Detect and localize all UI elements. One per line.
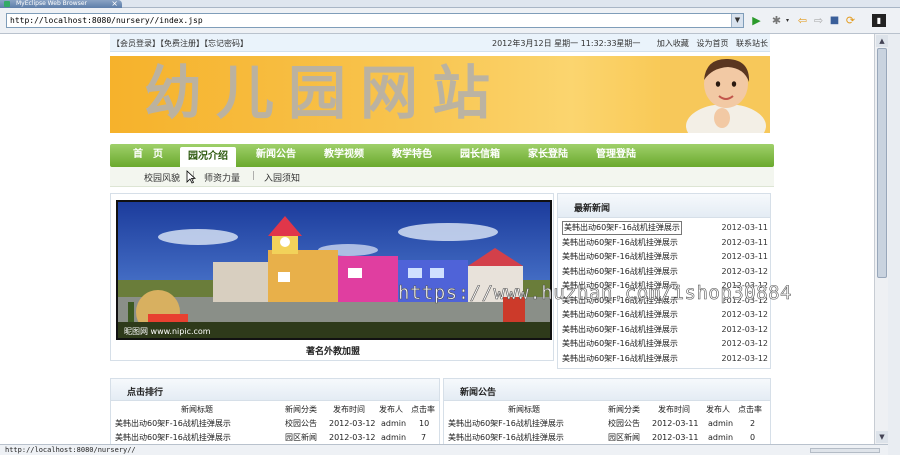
child-photo bbox=[660, 56, 770, 133]
contact-admin-link[interactable]: 联系站长 bbox=[736, 39, 768, 48]
featured-image[interactable]: 昵图网 www.nipic.com bbox=[116, 200, 552, 340]
news-notice-header: 新闻公告 bbox=[444, 379, 770, 401]
featured-panel: 昵图网 www.nipic.com 著名外教加盟 bbox=[110, 193, 554, 361]
address-bar-url[interactable]: http://localhost:8080/nursery//index.jsp bbox=[10, 15, 203, 27]
news-item[interactable]: 美韩出动60架F-16战机挂弹展示 2012-03-11 bbox=[562, 236, 770, 251]
click-rank-panel: 点击排行 新闻标题 新闻分类 发布时间 发布人 点击率 美韩出动60架F-16战… bbox=[110, 378, 440, 444]
latest-news-header: 最新新闻 bbox=[558, 194, 770, 218]
nav-admin-login[interactable]: 管理登陆 bbox=[588, 144, 644, 167]
forward-icon[interactable]: ⇨ bbox=[812, 14, 825, 27]
nav-home[interactable]: 首 页 bbox=[124, 144, 172, 167]
news-item[interactable]: 美韩出动60架F-16战机挂弹展示 2012-03-12 bbox=[562, 308, 770, 323]
browser-tab[interactable]: MyEclipse Web Browser × bbox=[0, 0, 122, 8]
scroll-down-icon[interactable]: ▼ bbox=[876, 431, 888, 443]
kindergarten-photo: 昵图网 www.nipic.com bbox=[118, 202, 550, 338]
forgot-password-link[interactable]: 【忘记密码】 bbox=[204, 39, 248, 48]
subnav-campus[interactable]: 校园风貌 bbox=[144, 171, 180, 184]
click-rank-title: 点击排行 bbox=[127, 388, 164, 398]
news-item[interactable]: 美韩出动60架F-16战机挂弹展示 2012-03-12 bbox=[562, 337, 770, 352]
close-tab-icon[interactable]: × bbox=[111, 0, 118, 8]
scrollbar-thumb[interactable] bbox=[877, 48, 887, 278]
site-banner: 幼儿园网站 bbox=[110, 56, 770, 133]
news-item[interactable]: 美韩出动60架F-16战机挂弹展示 2012-03-12 bbox=[562, 352, 770, 367]
table-header-row: 新闻标题 新闻分类 发布时间 发布人 点击率 bbox=[181, 405, 435, 414]
browser-tab-title: MyEclipse Web Browser bbox=[16, 0, 87, 7]
news-item[interactable]: 美韩出动60架F-16战机挂弹展示 2012-03-12 bbox=[562, 323, 770, 338]
latest-news-panel: 最新新闻 美韩出动60架F-16战机挂弹展示 2012-03-11 美韩出动60架… bbox=[557, 193, 771, 369]
nav-features[interactable]: 教学特色 bbox=[384, 144, 440, 167]
add-favorite-link[interactable]: 加入收藏 bbox=[657, 39, 689, 48]
news-item[interactable]: 美韩出动60架F-16战机挂弹展示 2012-03-12 bbox=[562, 265, 770, 280]
subnav-teachers[interactable]: 师资力量 bbox=[204, 171, 240, 184]
address-bar[interactable]: http://localhost:8080/nursery//index.jsp… bbox=[6, 13, 744, 28]
refresh-icon[interactable]: ⟳ bbox=[844, 14, 857, 27]
table-row[interactable]: 美韩出动60架F-16战机挂弹展示 校园公告 2012-03-12 admin … bbox=[111, 417, 439, 431]
stop-icon[interactable]: ■ bbox=[828, 14, 841, 27]
window-edge bbox=[888, 34, 900, 455]
nav-mailbox[interactable]: 园长信箱 bbox=[452, 144, 508, 167]
latest-news-title: 最新新闻 bbox=[574, 204, 611, 214]
register-link[interactable]: 【免费注册】 bbox=[160, 39, 204, 48]
tools-dropdown-icon[interactable]: ▾ bbox=[781, 14, 794, 27]
weekday-label: 星期一 bbox=[616, 39, 641, 48]
browser-menu-icon[interactable]: ▮ bbox=[872, 14, 886, 27]
go-icon[interactable]: ▶ bbox=[750, 14, 763, 27]
featured-image-watermark: 昵图网 www.nipic.com bbox=[124, 327, 211, 336]
member-login-link[interactable]: 【会员登录】 bbox=[112, 39, 160, 48]
nav-about[interactable]: 园况介绍 bbox=[180, 147, 236, 167]
set-homepage-link[interactable]: 设为首页 bbox=[696, 39, 728, 48]
browser-tab-bar: MyEclipse Web Browser × bbox=[0, 0, 900, 8]
news-item[interactable]: 美韩出动60架F-16战机挂弹展示 2012-03-11 bbox=[562, 221, 770, 236]
subnav-divider: | bbox=[252, 171, 256, 181]
web-page: 【会员登录】【免费注册】【忘记密码】 2012年3月12日 星期一 11:32:… bbox=[0, 34, 874, 444]
browser-toolbar: http://localhost:8080/nursery//index.jsp… bbox=[0, 8, 900, 34]
featured-caption[interactable]: 著名外教加盟 bbox=[111, 344, 555, 357]
site-top-bar: 【会员登录】【免费注册】【忘记密码】 2012年3月12日 星期一 11:32:… bbox=[110, 34, 770, 52]
status-bar: http://localhost:8080/nursery// bbox=[0, 444, 888, 455]
vertical-scrollbar[interactable]: ▲ ▼ bbox=[874, 34, 888, 444]
main-nav: 首 页 园况介绍 新闻公告 教学视频 教学特色 园长信箱 家长登陆 管理登陆 bbox=[110, 144, 774, 167]
table-row[interactable]: 美韩出动60架F-16战机挂弹展示 校园公告 2012-03-11 admin … bbox=[444, 417, 770, 431]
banner-title: 幼儿园网站 bbox=[144, 59, 505, 127]
table-row[interactable]: 美韩出动60架F-16战机挂弹展示 园区新闻 2012-03-12 admin … bbox=[111, 431, 439, 444]
address-dropdown-icon[interactable]: ▼ bbox=[731, 14, 743, 27]
nav-news[interactable]: 新闻公告 bbox=[248, 144, 304, 167]
news-notice-panel: 新闻公告 新闻标题 新闻分类 发布时间 发布人 点击率 美韩出动60架F-16战… bbox=[443, 378, 771, 444]
news-item[interactable]: 美韩出动60架F-16战机挂弹展示 2012-03-11 bbox=[562, 250, 770, 265]
status-url: http://localhost:8080/nursery// bbox=[5, 446, 136, 454]
current-datetime: 2012年3月12日 星期一 11:32:33 bbox=[492, 39, 617, 48]
status-progress bbox=[810, 448, 880, 453]
scroll-up-icon[interactable]: ▲ bbox=[876, 35, 888, 47]
table-header-row: 新闻标题 新闻分类 发布时间 发布人 点击率 bbox=[508, 405, 762, 414]
nav-parent-login[interactable]: 家长登陆 bbox=[520, 144, 576, 167]
nav-videos[interactable]: 教学视频 bbox=[316, 144, 372, 167]
browser-tab-icon bbox=[4, 1, 10, 7]
watermark-text: https://www.huzhan.com/ishop30884 bbox=[398, 282, 792, 305]
mouse-cursor-icon bbox=[186, 170, 196, 184]
subnav-admission[interactable]: 入园须知 bbox=[264, 171, 300, 184]
click-rank-header: 点击排行 bbox=[111, 379, 439, 401]
table-row[interactable]: 美韩出动60架F-16战机挂弹展示 园区新闻 2012-03-11 admin … bbox=[444, 431, 770, 444]
sub-nav: 校园风貌 | 师资力量 | 入园须知 bbox=[110, 167, 774, 187]
news-notice-title: 新闻公告 bbox=[460, 388, 497, 398]
back-icon[interactable]: ⇦ bbox=[796, 14, 809, 27]
